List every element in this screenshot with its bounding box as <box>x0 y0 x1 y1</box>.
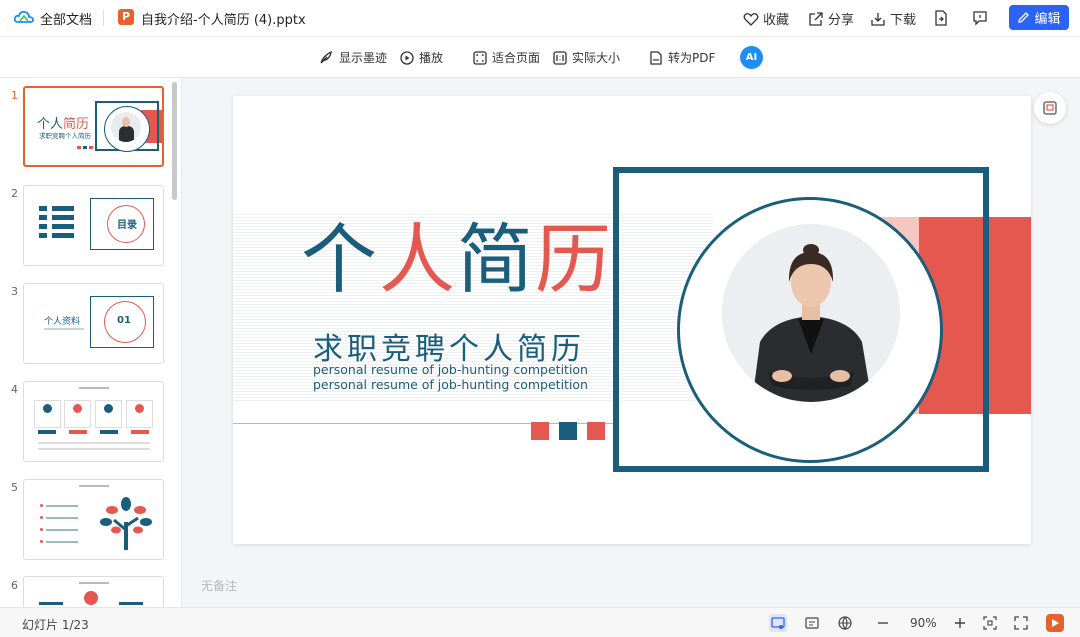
slide-thumbnail-5[interactable] <box>23 479 164 560</box>
thumbnail-scrollbar[interactable] <box>172 82 177 200</box>
feather-icon <box>320 50 332 64</box>
share-button[interactable]: 分享 <box>808 9 854 28</box>
play-button[interactable]: 播放 <box>400 49 443 66</box>
header-divider <box>103 10 104 26</box>
play-circle-icon <box>400 50 414 65</box>
notes-icon <box>805 617 819 629</box>
slide-canvas: 个人简历 求职竞聘个人简历 personal resume of job-hun… <box>183 78 1080 607</box>
fit-page-label: 适合页面 <box>492 51 541 65</box>
slide-thumbnail-1[interactable]: 个人简历 求职竞聘个人简历 <box>23 86 164 167</box>
notes-placeholder[interactable]: 无备注 <box>201 577 237 594</box>
status-bar: 幻灯片 1/23 90% <box>0 607 1080 637</box>
fullscreen-icon <box>1014 616 1028 630</box>
comment-icon[interactable] <box>972 10 988 26</box>
slide-thumbnail-4[interactable] <box>23 381 164 462</box>
play-label: 播放 <box>419 51 444 65</box>
document-title: 自我介绍-个人简历 (4).pptx <box>141 13 306 28</box>
slide-thumbnail-panel: 1 个人简历 求职竞聘个人简历 2 目录 3 01 个人资料 4 5 6 <box>0 78 182 607</box>
slide-number: 3 <box>11 285 18 298</box>
edit-label: 编辑 <box>1034 12 1061 27</box>
heart-icon <box>743 12 759 26</box>
plus-icon <box>955 618 965 628</box>
slide-thumbnail-6[interactable] <box>23 576 164 607</box>
thumb-photo <box>111 112 141 142</box>
fit-window-icon <box>983 616 997 630</box>
globe-icon <box>838 616 852 630</box>
notes-view-button[interactable] <box>803 614 821 632</box>
pencil-icon <box>1018 12 1030 23</box>
play-icon <box>1052 619 1059 627</box>
current-slide[interactable]: 个人简历 求职竞聘个人简历 personal resume of job-hun… <box>233 96 1031 544</box>
slide-thumbnail-3[interactable]: 01 个人资料 <box>23 283 164 364</box>
all-documents-link[interactable]: 全部文档 <box>40 9 92 28</box>
tree-graphic <box>100 497 152 550</box>
fullscreen-button[interactable] <box>1012 614 1030 632</box>
slide-thumbnail-2[interactable]: 目录 <box>23 185 164 266</box>
fit-page-button[interactable]: 适合页面 <box>473 49 540 66</box>
slide-tools-icon <box>1043 101 1057 115</box>
slide-english-caption: personal resume of job-hunting competiti… <box>313 362 588 392</box>
cloud-drive-icon[interactable] <box>14 9 34 25</box>
download-button[interactable]: 下载 <box>870 9 916 28</box>
edit-button[interactable]: 编辑 <box>1009 5 1069 30</box>
export-file-icon[interactable] <box>933 10 949 26</box>
thumb-label: 目录 <box>117 220 137 231</box>
portrait-illustration <box>722 224 900 402</box>
slide-square-red <box>531 422 549 440</box>
share-label: 分享 <box>828 13 855 28</box>
minus-icon <box>878 622 888 624</box>
show-ink-label: 显示墨迹 <box>339 51 388 65</box>
share-icon <box>809 11 823 26</box>
slide-main-title: 个人简历 <box>301 215 613 304</box>
ai-icon: AI <box>745 52 758 63</box>
language-button[interactable] <box>836 614 854 632</box>
favorite-label: 收藏 <box>763 13 790 28</box>
slide-tools-button[interactable] <box>1034 92 1066 124</box>
slide-divider-line <box>233 423 613 424</box>
normal-view-button[interactable] <box>769 614 787 632</box>
convert-to-pdf-label: 转为PDF <box>668 51 716 65</box>
slideshow-play-button[interactable] <box>1046 614 1064 632</box>
favorite-button[interactable]: 收藏 <box>743 9 789 28</box>
download-icon <box>871 12 885 26</box>
normal-view-icon <box>771 617 785 629</box>
fit-page-icon <box>473 50 487 65</box>
portrait-photo <box>722 224 900 402</box>
zoom-out-button[interactable] <box>874 614 892 632</box>
actual-size-icon <box>553 50 567 65</box>
pdf-file-icon <box>650 50 662 65</box>
slide-number: 5 <box>11 481 18 494</box>
fit-window-button[interactable] <box>981 614 999 632</box>
slide-square-teal <box>559 422 577 440</box>
view-toolbar: 显示墨迹 播放 适合页面 实际大小 转为PDF <box>0 37 1080 78</box>
ai-assistant-button[interactable]: AI <box>740 46 763 69</box>
slide-square-red <box>587 422 605 440</box>
thumb-number: 01 <box>117 315 131 326</box>
top-header: 全部文档 P 自我介绍-个人简历 (4).pptx 收藏 分享 下载 编辑 <box>0 0 1080 37</box>
slide-number: 4 <box>11 383 18 396</box>
convert-to-pdf-button[interactable]: 转为PDF <box>649 49 715 66</box>
zoom-in-button[interactable] <box>951 614 969 632</box>
actual-size-button[interactable]: 实际大小 <box>553 49 620 66</box>
download-label: 下载 <box>890 13 917 28</box>
slide-number: 1 <box>11 89 18 102</box>
slide-number: 6 <box>11 579 18 592</box>
thumb-label: 个人资料 <box>44 317 81 327</box>
slide-counter: 幻灯片 1/23 <box>22 618 89 632</box>
actual-size-label: 实际大小 <box>572 51 621 65</box>
thumb-subtitle: 求职竞聘个人简历 <box>39 132 91 140</box>
show-ink-button[interactable]: 显示墨迹 <box>319 49 387 66</box>
slide-number: 2 <box>11 187 18 200</box>
pptx-file-icon: P <box>118 9 134 25</box>
zoom-level[interactable]: 90% <box>910 616 937 630</box>
